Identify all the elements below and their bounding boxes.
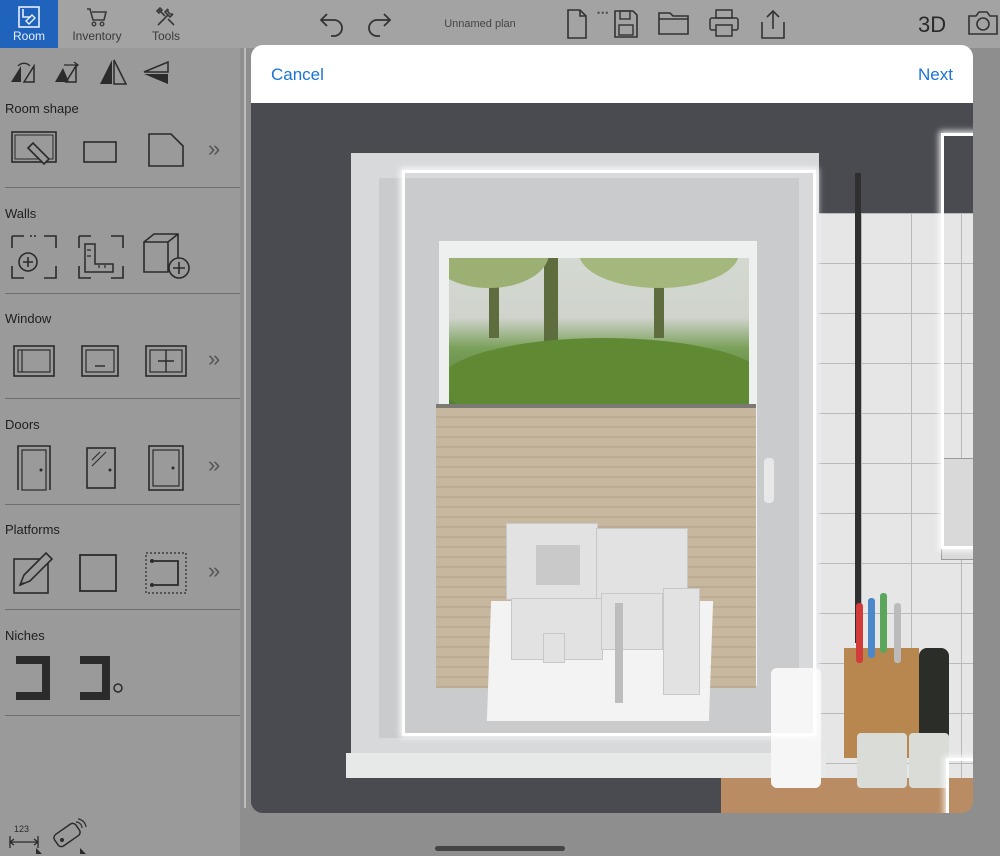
panel-separator — [244, 48, 246, 808]
share-icon[interactable] — [758, 8, 788, 40]
platforms-more-icon[interactable]: » — [208, 558, 220, 584]
divider — [5, 504, 240, 505]
tin-can — [857, 733, 907, 788]
cart-icon — [87, 8, 108, 27]
measure-wall-icon[interactable] — [77, 234, 125, 280]
dotted-platform-icon[interactable] — [144, 551, 188, 595]
door-frame-icon[interactable] — [147, 444, 185, 492]
save-icon[interactable] — [612, 8, 640, 40]
print-icon[interactable] — [708, 8, 740, 38]
model-pillar — [615, 603, 623, 703]
tab-room-label: Room — [12, 29, 45, 43]
room-plan-icon — [18, 6, 40, 28]
section-title-window: Window — [5, 311, 52, 326]
rectangle-room-icon[interactable] — [82, 140, 118, 164]
new-file-icon[interactable] — [564, 8, 590, 40]
rotate-icon[interactable] — [8, 60, 38, 86]
model-cabinet — [601, 593, 663, 650]
redo-icon[interactable] — [365, 8, 393, 38]
niche-icon[interactable] — [14, 654, 52, 702]
ar-counter-outline — [946, 758, 973, 813]
view-3d-button[interactable]: 3D — [918, 12, 946, 38]
section-title-platforms: Platforms — [5, 522, 60, 537]
left-panel: Room shape » Walls Window » Doors » Plat… — [0, 48, 240, 856]
model-tall-cabinet — [663, 588, 700, 695]
square-platform-icon[interactable] — [78, 553, 118, 593]
tab-room[interactable]: Room — [0, 0, 58, 48]
divider — [5, 715, 240, 716]
rail-bar — [855, 173, 861, 643]
section-title-walls: Walls — [5, 206, 37, 221]
mirror-vertical-icon[interactable] — [98, 58, 128, 86]
flip-icon[interactable] — [142, 58, 172, 86]
tin-can — [909, 733, 949, 788]
window-lower-icon[interactable] — [80, 344, 120, 378]
window-single-icon[interactable] — [12, 344, 56, 378]
door-icon[interactable] — [16, 444, 52, 492]
window-cross-icon[interactable] — [144, 344, 188, 378]
folder-icon[interactable] — [657, 8, 691, 38]
mirror-horizontal-icon[interactable] — [52, 60, 82, 86]
divider — [5, 609, 240, 610]
remote-icon[interactable] — [50, 818, 88, 854]
window-sill — [346, 753, 826, 778]
model-appliance — [543, 633, 565, 663]
more-dots[interactable]: ••• — [597, 8, 609, 18]
tab-tools[interactable]: Tools — [137, 0, 195, 48]
tab-tools-label: Tools — [151, 29, 180, 43]
modal-header: Cancel Next — [251, 45, 973, 103]
glass-door-icon[interactable] — [85, 446, 117, 490]
add-box-icon[interactable] — [142, 232, 192, 280]
home-indicator — [435, 846, 565, 851]
dimension-label: 123 — [14, 824, 29, 834]
dimension-123-icon[interactable]: 123 — [8, 818, 44, 854]
tab-inventory[interactable]: Inventory — [68, 0, 126, 48]
section-title-doors: Doors — [5, 417, 40, 432]
doors-more-icon[interactable]: » — [208, 452, 220, 478]
draw-platform-icon[interactable] — [12, 551, 58, 595]
section-title-niches: Niches — [5, 628, 45, 643]
l-room-icon[interactable] — [147, 132, 185, 168]
divider — [5, 187, 240, 188]
niche-round-icon[interactable] — [78, 654, 126, 702]
add-wall-icon[interactable] — [10, 234, 58, 280]
ar-cabinet-outline — [941, 133, 973, 549]
room-shape-more-icon[interactable]: » — [208, 136, 220, 162]
model-window-opening — [536, 545, 580, 585]
divider — [5, 293, 240, 294]
window-more-icon[interactable]: » — [208, 346, 220, 372]
top-toolbar: Room Inventory Tools Unnamed plan ••• 3D — [0, 0, 1000, 48]
undo-icon[interactable] — [318, 8, 346, 38]
tools-icon — [155, 6, 175, 26]
camera-icon[interactable] — [966, 8, 1000, 38]
ar-camera-view[interactable] — [251, 103, 973, 813]
next-button[interactable]: Next — [918, 65, 953, 85]
draw-room-icon[interactable] — [10, 130, 58, 172]
section-title-room-shape: Room shape — [5, 101, 79, 116]
divider — [5, 398, 240, 399]
cancel-button[interactable]: Cancel — [271, 65, 324, 85]
tab-inventory-label: Inventory — [72, 29, 122, 43]
plan-name[interactable]: Unnamed plan — [420, 18, 540, 30]
